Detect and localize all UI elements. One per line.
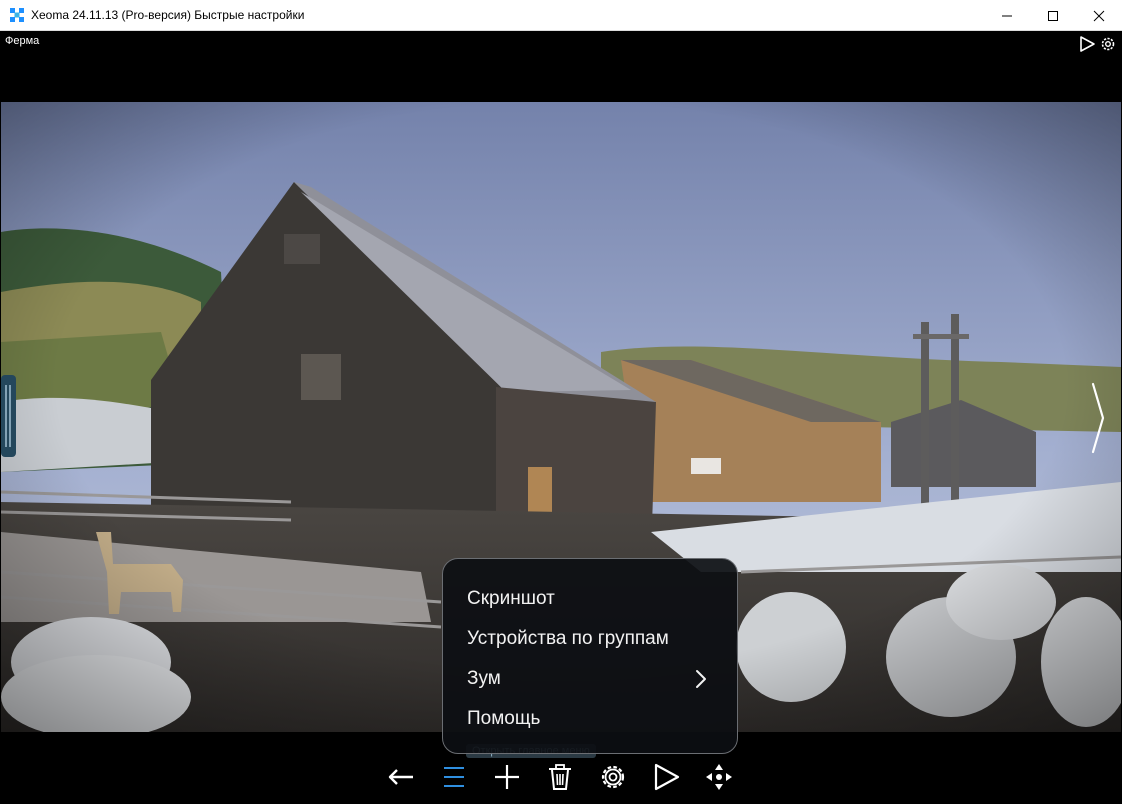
main-menu-button[interactable]	[437, 760, 471, 794]
move-arrows-icon	[706, 764, 732, 790]
hamburger-menu-icon	[444, 767, 464, 787]
xeoma-logo-icon	[10, 8, 24, 22]
close-button[interactable]	[1076, 0, 1122, 31]
camera-name: Ферма	[5, 35, 40, 47]
gear-icon[interactable]	[1099, 35, 1117, 53]
delete-button[interactable]	[543, 760, 577, 794]
chevron-right-icon[interactable]	[1088, 380, 1108, 456]
window-title-bar: Xeoma 24.11.13 (Pro-версия) Быстрые наст…	[0, 0, 1122, 31]
move-button[interactable]	[702, 760, 736, 794]
add-camera-button[interactable]	[490, 760, 524, 794]
minimize-button[interactable]	[984, 0, 1030, 31]
back-button[interactable]	[384, 760, 418, 794]
trash-icon	[549, 764, 571, 790]
menu-item-devices-by-groups[interactable]: Устройства по группам	[467, 623, 717, 655]
play-icon	[654, 763, 680, 791]
close-icon	[1093, 10, 1105, 21]
chevron-right-icon	[696, 670, 706, 688]
gear-icon	[601, 765, 625, 789]
maximize-icon	[1048, 10, 1058, 21]
sidebar-handle-icon[interactable]	[1, 375, 16, 457]
camera-header: Ферма	[1, 31, 1121, 102]
back-arrow-icon	[388, 769, 413, 785]
window-title: Xeoma 24.11.13 (Pro-версия) Быстрые наст…	[31, 8, 305, 22]
menu-item-help[interactable]: Помощь	[467, 703, 717, 735]
minimize-icon	[1002, 15, 1012, 16]
plus-icon	[495, 765, 519, 789]
maximize-button[interactable]	[1030, 0, 1076, 31]
settings-button[interactable]	[596, 760, 630, 794]
menu-item-screenshot[interactable]: Скриншот	[467, 583, 717, 615]
play-button[interactable]	[649, 760, 683, 794]
play-icon[interactable]	[1078, 35, 1096, 53]
menu-item-zoom[interactable]: Зум	[467, 663, 717, 695]
main-menu-popup: Скриншот Устройства по группам Зум Помощ…	[442, 558, 738, 754]
